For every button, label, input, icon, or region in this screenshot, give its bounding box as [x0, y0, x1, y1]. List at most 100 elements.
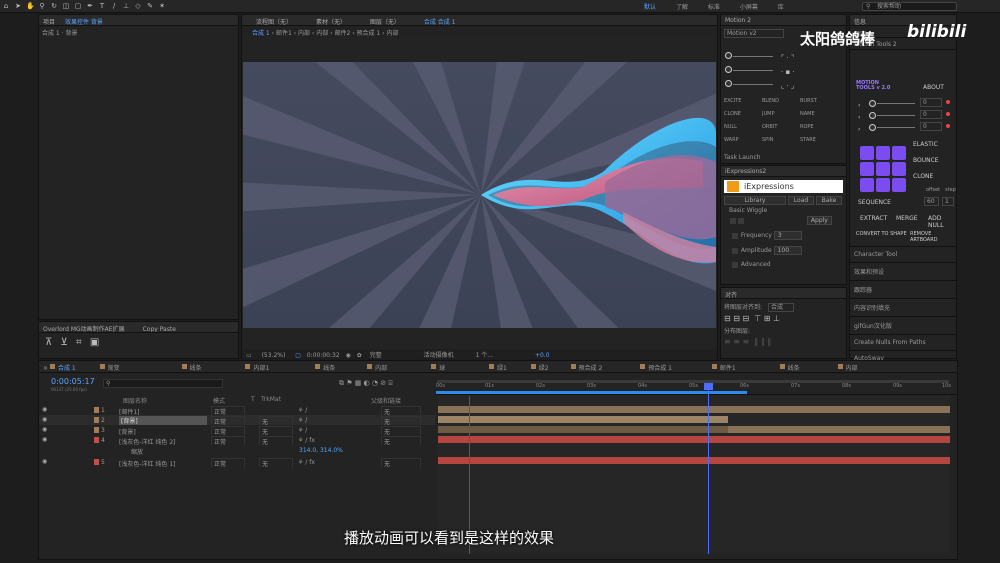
layer-row[interactable]: ◉ 1 [邮件1] 正常 ⚘ / 无 [39, 405, 435, 415]
clone-button-mt[interactable]: CLONE [913, 173, 933, 180]
mt-value-1[interactable]: 0 [920, 98, 942, 107]
sequence-button[interactable]: SEQUENCE [858, 199, 891, 206]
visibility-icon[interactable]: ◉ [42, 416, 47, 423]
visibility-icon[interactable]: ◉ [42, 426, 47, 433]
rotate-tool-icon[interactable]: ↻ [50, 2, 58, 10]
advanced-label[interactable]: Advanced [741, 261, 771, 268]
property-row[interactable]: 缩放 314.0, 314.0% [39, 445, 435, 455]
merge-button[interactable]: MERGE [896, 215, 918, 222]
frequency-input[interactable]: 3 [773, 231, 802, 240]
extract-button[interactable]: EXTRACT [860, 215, 887, 222]
tab-comp-6[interactable]: 内部 [367, 363, 387, 372]
visibility-icon[interactable]: ◉ [42, 406, 47, 413]
list-create-nulls[interactable]: Create Nulls From Paths [850, 334, 956, 350]
workspace-learn[interactable]: 了解 [676, 4, 688, 11]
layer-row[interactable]: ◉ 5 [浅灰色-洋红 纯色 1] 正常 无 ⚘ / fx 无 [39, 457, 435, 467]
convert-shape-button[interactable]: CONVERT TO SHAPE [856, 231, 907, 237]
about-button[interactable]: ABOUT [923, 84, 944, 91]
layer-name[interactable]: [背景] [119, 427, 136, 435]
apply-button[interactable]: Apply [806, 216, 832, 225]
trkmat-select[interactable]: 无 [259, 426, 293, 435]
list-gifgun[interactable]: gifGun汉化版 [850, 316, 956, 334]
current-time[interactable]: 0:00:05:17 [51, 377, 95, 386]
tab-comp-4[interactable]: 内部1 [245, 363, 269, 372]
tab-composition[interactable]: 合成 合成 1 [424, 19, 456, 25]
blend-mode-select[interactable]: 正常 [211, 458, 245, 467]
crumb-7[interactable]: 内部 [386, 30, 398, 37]
trkmat-select[interactable]: 无 [259, 436, 293, 445]
trkmat-select[interactable]: 无 [259, 416, 293, 425]
track-bar-1[interactable] [438, 406, 950, 413]
tab-comp-14[interactable]: 内部 [837, 363, 858, 372]
workspace-library[interactable]: 库 [778, 4, 784, 11]
parent-select[interactable]: 无 [381, 436, 421, 445]
monitor-icon[interactable]: ▭ [246, 352, 252, 359]
crumb-2[interactable]: 邮件1 [276, 30, 292, 37]
color-icon[interactable]: ✿ [357, 352, 362, 359]
playhead[interactable] [708, 383, 709, 554]
library-button[interactable]: Library [724, 196, 786, 205]
task-launch[interactable]: Task Launch [724, 154, 761, 161]
camera-select[interactable]: 活动摄像机 [424, 352, 454, 359]
amplitude-input[interactable]: 100 [773, 246, 802, 255]
views-select[interactable]: 1 个... [476, 352, 493, 359]
label-color-chip[interactable] [94, 437, 99, 443]
mt-keyframe-dot-1[interactable] [946, 100, 950, 104]
mt-keyframe-dot-2[interactable] [946, 112, 950, 116]
zoom-tool-icon[interactable]: ⚲ [38, 2, 46, 10]
visibility-icon[interactable]: ◉ [42, 436, 47, 443]
visibility-icon[interactable]: ◉ [42, 458, 47, 465]
blend-mode-select[interactable]: 正常 [211, 436, 245, 445]
camera-tool-icon[interactable]: ◫ [62, 2, 70, 10]
shy-icon[interactable]: ⚘ / [298, 427, 307, 434]
layer-name[interactable]: [邮件1] [119, 407, 140, 415]
tab-comp-9[interactable]: 绿2 [530, 363, 549, 372]
orbit-button[interactable]: ORBIT [762, 121, 800, 134]
mt-value-3[interactable]: 0 [920, 122, 942, 131]
anchor-grid-icons[interactable]: ⌜ · ⌝ · ▪ · ⌞ · ⌟ [781, 51, 795, 93]
add-null-button[interactable]: ADD NULL [928, 215, 956, 229]
layer-row[interactable]: ◉ 2 [背景] 正常 无 ⚘ / 无 [39, 415, 435, 425]
search-input[interactable]: ⚲ 搜索帮助 [862, 2, 957, 11]
burst-button[interactable]: BURST [800, 95, 838, 108]
fx-icon[interactable]: ⚘ / fx [298, 459, 315, 466]
crumb-1[interactable]: 合成 1 [252, 30, 270, 37]
roto-tool-icon[interactable]: ✎ [146, 2, 154, 10]
workspace-small[interactable]: 小屏幕 [740, 4, 758, 11]
tab-project[interactable]: 项目 [43, 19, 55, 25]
tab-footage[interactable]: 素材（无） [316, 19, 346, 25]
overlord-settings-icon[interactable]: ▣ [90, 337, 99, 348]
tab-comp-3[interactable]: 线条 [181, 363, 202, 372]
crumb-3[interactable]: 内部 [298, 30, 310, 37]
bounce-button[interactable]: BOUNCE [913, 157, 939, 164]
blend-mode-select[interactable]: 正常 [211, 426, 245, 435]
remove-artboard-button[interactable]: REMOVE ARTBOARD [910, 231, 956, 243]
list-tracker[interactable]: 跟踪器 [850, 280, 956, 298]
tab-effect-controls[interactable]: 效果控件 背景 [65, 19, 103, 25]
tab-comp-12[interactable]: 邮件1 [711, 363, 736, 372]
layer-name[interactable]: [浅灰色-洋红 纯色 1] [119, 459, 175, 467]
overlord-push-icon[interactable]: ⊼ [45, 337, 52, 348]
align-buttons[interactable]: ⊟ ⊟ ⊟ ⊤ ⊞ ⊥ [724, 314, 843, 323]
crumb-5[interactable]: 邮件2 [334, 30, 350, 37]
edit-icon[interactable] [730, 217, 736, 224]
mt-slider-2[interactable] [877, 115, 915, 116]
align-to-select[interactable]: 合成 [767, 303, 794, 312]
ease-both-knob[interactable] [725, 80, 732, 87]
mt-slider-3[interactable] [877, 127, 915, 128]
layer-search-input[interactable]: ⚲ [103, 379, 223, 388]
home-icon[interactable]: ⌂ [2, 2, 10, 10]
playhead-handle[interactable] [704, 383, 713, 390]
tab-copy-paste[interactable]: Copy Paste [143, 326, 176, 332]
layer-row[interactable]: ◉ 4 [浅灰色-洋红 纯色 2] 正常 无 ⚘ / fx 无 [39, 435, 435, 445]
layer-name[interactable]: [背景] [119, 416, 207, 425]
distribute-buttons[interactable]: ≡ ≡ ≡ ‖ ‖ ‖ [724, 337, 843, 346]
jump-button[interactable]: JUMP [762, 108, 800, 121]
snapshot-icon[interactable]: ◉ [346, 352, 351, 359]
ease-out-knob[interactable] [725, 66, 732, 73]
track-bar-2[interactable] [438, 416, 728, 423]
mt-keyframe-dot-3[interactable] [946, 124, 950, 128]
motion-tools-arrows[interactable]: ‹ ‹ › [858, 100, 860, 136]
fx-icon[interactable]: ⚘ / fx [298, 437, 315, 444]
label-color-chip[interactable] [94, 459, 99, 465]
